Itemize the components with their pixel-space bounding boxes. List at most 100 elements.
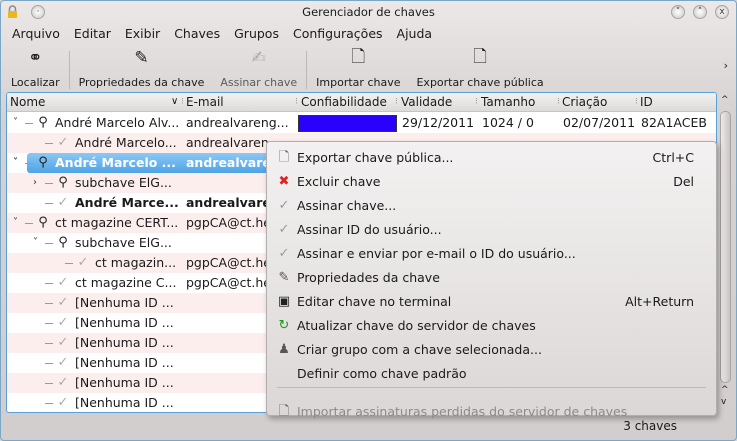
title-bar: · Gerenciador de chaves ˅ ˄ x	[1, 1, 736, 23]
tree-line	[45, 343, 53, 344]
menu-chaves[interactable]: Chaves	[167, 24, 227, 44]
signature-icon: ✓	[57, 275, 69, 290]
key-icon: ⚲	[58, 175, 68, 190]
row-name: ct magazine C...	[75, 275, 177, 290]
close-button[interactable]: x	[715, 5, 729, 19]
trust-bar	[298, 115, 397, 132]
column-email[interactable]: E-mail	[186, 95, 224, 109]
menu-item-label: Definir como chave padrão	[297, 366, 467, 381]
menu-arquivo[interactable]: Arquivo	[5, 24, 67, 44]
context-menu-item[interactable]: 🗋 Exportar chave pública... Ctrl+C	[267, 146, 716, 170]
export-button[interactable]: 🗋 Exportar chave pública	[408, 46, 551, 90]
delete-icon: ✖	[278, 174, 290, 189]
toolbar: ⚭ Localizar ✎ Propriedades da chave ✍ Assin…	[3, 47, 552, 89]
context-menu-item[interactable]: ✓ Assinar ID do usuário...	[267, 218, 716, 242]
context-menu-item[interactable]: ✎ Propriedades da chave	[267, 266, 716, 290]
menu-item-label: Exportar chave pública...	[297, 150, 454, 165]
menu-ajuda[interactable]: Ajuda	[390, 24, 440, 44]
import-label: Importar chave	[316, 76, 401, 89]
tree-line	[45, 383, 53, 384]
export-icon: 🗋	[473, 46, 487, 67]
sort-chevron-icon[interactable]: ∨	[171, 96, 178, 107]
menu-separator	[277, 387, 706, 388]
collapse-icon[interactable]: ˅	[13, 113, 18, 133]
row-name: André Marcelo ...	[55, 155, 176, 170]
context-menu-item[interactable]: ✓ Assinar e enviar por e-mail o ID do usu…	[267, 242, 716, 266]
scroll-up-icon[interactable]: ^	[721, 385, 729, 395]
scrollbar-thumb[interactable]	[720, 111, 731, 383]
row-name: subchave ElG...	[75, 235, 172, 250]
row-name: [Nenhuma ID ...	[75, 375, 174, 390]
key-icon: ⚲	[38, 155, 48, 170]
row-name: subchave ElG...	[75, 175, 172, 190]
menu-configuracoes[interactable]: Configurações	[286, 24, 390, 44]
find-label: Localizar	[11, 76, 60, 89]
sign-label: Assinar chave	[220, 76, 298, 89]
signature-icon: ✓	[57, 295, 69, 310]
collapse-icon[interactable]: ˅	[13, 213, 18, 233]
import-button[interactable]: 🗋 Importar chave	[308, 47, 408, 90]
find-button[interactable]: ⚭ Localizar	[3, 47, 68, 89]
menu-exibir[interactable]: Exibir	[118, 24, 167, 44]
menu-item-label: Atualizar chave do servidor de chaves	[297, 318, 536, 333]
signature-icon: ✓	[57, 335, 69, 350]
row-name: [Nenhuma ID ...	[75, 335, 174, 350]
context-menu-item[interactable]: ✓ Assinar chave...	[267, 194, 716, 218]
key-icon: ⚲	[58, 235, 68, 250]
expand-icon[interactable]: ›	[33, 173, 37, 193]
context-menu-item[interactable]: ♟ Criar grupo com a chave selecionada...	[267, 338, 716, 362]
row-name: André Marce...	[75, 195, 179, 210]
column-confiabilidade[interactable]: Confiabilidade	[301, 95, 387, 109]
signature-icon: ✓	[57, 135, 69, 150]
group-icon: ♟	[278, 342, 290, 357]
tree-line	[25, 123, 33, 124]
minimize-button[interactable]: ˅	[671, 5, 685, 19]
properties-button[interactable]: ✎ Propriedades da chave	[71, 47, 213, 89]
context-menu-item[interactable]: Definir como chave padrão	[267, 362, 716, 386]
context-menu-item[interactable]: ▣ Editar chave no terminal Alt+Return	[267, 290, 716, 314]
pencil-icon: ✎	[134, 48, 149, 68]
context-menu-item[interactable]: ✖ Excluir chave Del	[267, 170, 716, 194]
terminal-icon: ▣	[277, 294, 291, 309]
column-validade[interactable]: Validade	[401, 95, 452, 109]
collapse-icon[interactable]: ˅	[33, 233, 38, 253]
tree-line	[45, 323, 53, 324]
menu-grupos[interactable]: Grupos	[227, 24, 286, 44]
import-icon: 🗋	[278, 404, 290, 419]
tree-line	[45, 363, 53, 364]
row-name: [Nenhuma ID ...	[75, 355, 174, 370]
signature-icon: ✓	[77, 255, 89, 270]
tree-line	[65, 263, 73, 264]
export-icon: 🗋	[278, 150, 290, 165]
menu-item-label: Editar chave no terminal	[297, 294, 452, 309]
sign-button[interactable]: ✍ Assinar chave	[212, 47, 305, 89]
row-id: 82A1ACEB	[641, 115, 707, 130]
column-id[interactable]: ID	[640, 95, 653, 109]
main-window: · Gerenciador de chaves ˅ ˄ x Arquivo Ed…	[0, 0, 737, 441]
context-menu-item[interactable]: 🗋 Importar assinaturas perdidas do servid…	[267, 400, 716, 424]
column-criacao[interactable]: Criação	[562, 95, 607, 109]
collapse-icon[interactable]: ˅	[13, 153, 18, 173]
tree-line	[45, 183, 53, 184]
scroll-down-icon[interactable]: v	[721, 397, 726, 407]
context-menu-item[interactable]: ↻ Atualizar chave do servidor de chaves	[267, 314, 716, 338]
table-row[interactable]: ˅ ⚲ André Marcelo Alv... andrealvareng... 29…	[7, 113, 716, 133]
toolbar-overflow-icon[interactable]: ›	[724, 59, 728, 72]
menu-bar: Arquivo Editar Exibir Chaves Grupos Conf…	[5, 24, 439, 44]
window-title: Gerenciador de chaves	[302, 5, 435, 19]
properties-label: Propriedades da chave	[78, 76, 205, 89]
column-nome[interactable]: Nome	[10, 95, 45, 109]
menu-item-label: Assinar e enviar por e-mail o ID do usuá…	[297, 246, 576, 261]
toolbar-separator	[68, 51, 70, 89]
row-created: 02/07/2011	[563, 115, 636, 130]
export-label: Exportar chave pública	[416, 76, 544, 89]
tree-line	[25, 223, 33, 224]
scroll-up-icon[interactable]: ^	[721, 95, 729, 105]
maximize-button[interactable]: ˄	[693, 5, 707, 19]
vertical-scrollbar[interactable]: ^ ^ v	[717, 93, 734, 413]
menu-item-label: Excluir chave	[297, 174, 381, 189]
signature-icon: ✓	[57, 395, 69, 410]
column-tamanho[interactable]: Tamanho	[481, 95, 535, 109]
menu-editar[interactable]: Editar	[67, 24, 118, 44]
binoculars-icon: ⚭	[28, 48, 43, 68]
